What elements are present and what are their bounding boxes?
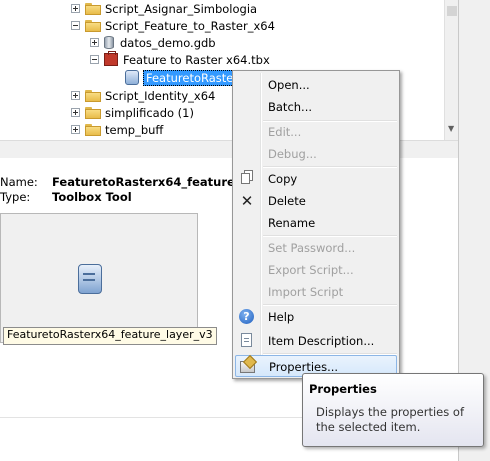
menu-item-label: Export Script... [268,263,354,277]
type-label: Type: [0,190,31,204]
tree-item-script-asignar-simbologia[interactable]: Script_Asignar_Simbologia [71,0,257,17]
menu-item-edit[interactable]: Edit... [235,121,397,143]
menu-item-label: Set Password... [268,241,356,255]
tree-item-label: temp_buff [105,122,164,137]
tree-item-label: datos_demo.gdb [120,35,216,50]
toolbox-icon [104,51,118,66]
tree-item-simplificado[interactable]: simplificado (1) [71,104,194,121]
tree-item-feature-to-raster-tbx[interactable]: Feature to Raster x64.tbx [90,51,270,68]
tree-item-label: Script_Feature_to_Raster_x64 [105,18,275,33]
collapse-icon[interactable] [71,21,80,30]
properties-icon [240,361,255,373]
tree-item-label: simplificado (1) [105,105,194,120]
context-menu[interactable]: Open... Batch... Edit... Debug... Copy ✕… [232,70,400,379]
name-value: FeaturetoRasterx64_feature_lay [52,175,260,189]
copy-icon-back [241,173,250,184]
menu-item-label: Properties... [269,360,339,374]
menu-item-rename[interactable]: Rename [235,212,397,234]
menu-item-open[interactable]: Open... [235,74,397,96]
menu-item-label: Delete [268,194,306,208]
folder-icon [85,2,101,15]
expand-icon[interactable] [71,4,80,13]
menu-item-label: Item Description... [268,334,375,348]
expand-icon[interactable] [71,108,80,117]
tree-item-script-feature-to-raster-x64[interactable]: Script_Feature_to_Raster_x64 [71,17,275,34]
help-icon: ? [239,309,254,324]
tree-item-datos-demo-gdb[interactable]: datos_demo.gdb [90,34,216,51]
expand-icon[interactable] [71,91,80,100]
folder-icon [85,89,101,102]
menu-item-delete[interactable]: ✕ Delete [235,190,397,212]
tree-item-label: Script_Identity_x64 [105,88,216,103]
delete-icon: ✕ [240,192,254,210]
menu-item-debug[interactable]: Debug... [235,143,397,165]
menu-item-batch[interactable]: Batch... [235,96,397,118]
menu-item-label: Copy [268,172,298,186]
menu-item-set-password[interactable]: Set Password... [235,237,397,259]
menu-item-label: Help [268,310,295,324]
menu-item-label: Batch... [268,100,313,114]
item-description-icon [241,333,252,347]
name-label: Name: [0,175,38,189]
menu-item-label: Edit... [268,125,302,139]
menu-item-label: Open... [268,78,310,92]
type-value: Toolbox Tool [52,190,132,204]
collapse-icon[interactable] [90,55,99,64]
tree-item-featuretorasterx-selected[interactable]: FeaturetoRasterx [125,69,248,86]
folder-icon [85,19,101,32]
menu-item-help[interactable]: ? Help [235,306,397,328]
expand-icon[interactable] [90,38,99,47]
menu-item-copy[interactable]: Copy [235,168,397,190]
menu-item-label: Import Script [268,285,344,299]
script-tool-icon [125,70,139,85]
tree-item-label: Feature to Raster x64.tbx [123,52,270,67]
menu-item-import-script[interactable]: Import Script [235,281,397,303]
menu-item-export-script[interactable]: Export Script... [235,259,397,281]
expand-icon[interactable] [71,125,80,134]
scrollbar-thumb[interactable] [447,6,457,16]
tree-item-temp-buff[interactable]: temp_buff [71,121,163,138]
tree-item-script-identity-x64[interactable]: Script_Identity_x64 [71,87,215,104]
tooltip-body: Displays the properties of the selected … [316,405,464,434]
properties-tooltip: Properties Displays the properties of th… [302,373,484,447]
folder-icon [85,123,101,136]
folder-icon [85,106,101,119]
menu-item-label: Rename [268,216,316,230]
menu-item-item-description[interactable]: Item Description... [235,330,397,352]
geodatabase-icon [104,36,114,49]
tree-item-label: Script_Asignar_Simbologia [105,1,258,16]
tooltip-title: Properties [309,382,377,396]
script-tool-icon [78,264,102,294]
thumbnail-caption: FeaturetoRasterx64_feature_layer_v3 [3,327,217,345]
scroll-down-icon[interactable]: ▼ [448,124,454,133]
menu-item-label: Debug... [268,147,317,161]
